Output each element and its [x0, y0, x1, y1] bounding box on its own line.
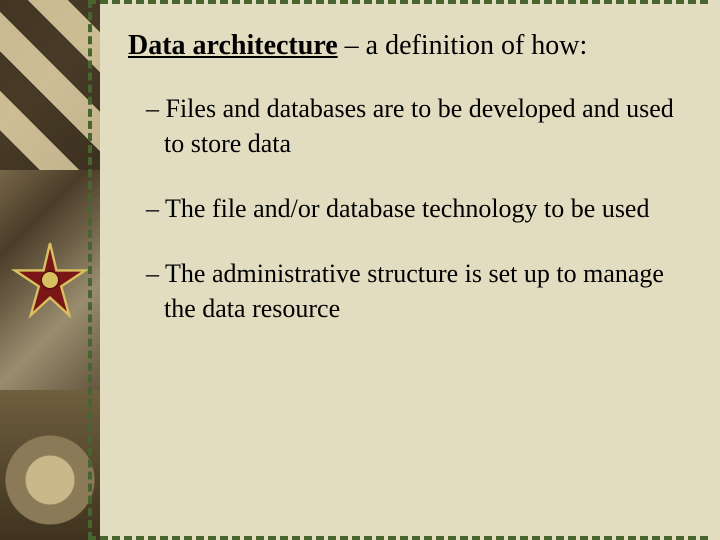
- medal-icon: [10, 240, 90, 320]
- decorative-sidebar: [0, 0, 100, 540]
- bullet-list: – Files and databases are to be develope…: [128, 91, 680, 326]
- list-item: – The administrative structure is set up…: [146, 256, 680, 326]
- list-item: – Files and databases are to be develope…: [146, 91, 680, 161]
- slide-content: Data architecture – a definition of how:…: [88, 0, 708, 540]
- heading-term: Data architecture: [128, 30, 338, 61]
- slide-heading: Data architecture – a definition of how:: [128, 28, 680, 63]
- heading-rest: – a definition of how:: [338, 30, 588, 61]
- list-item: – The file and/or database technology to…: [146, 191, 680, 226]
